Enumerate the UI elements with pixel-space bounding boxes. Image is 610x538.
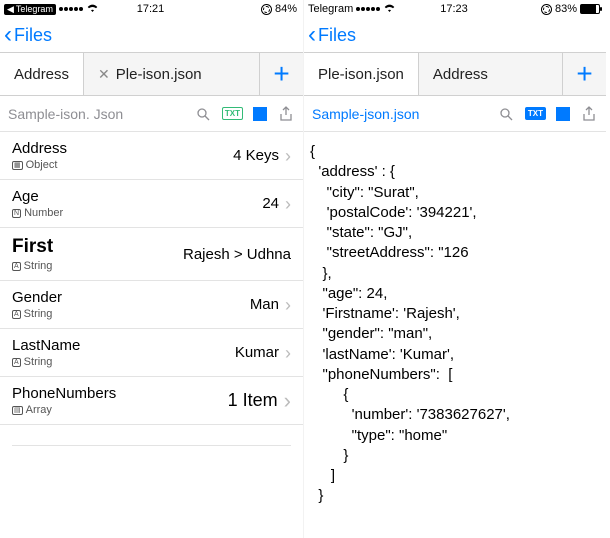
chevron-right-icon: › <box>285 344 291 362</box>
battery-icon <box>580 4 600 14</box>
tab-bar: Ple-ison.json Address + <box>304 52 606 96</box>
back-to-app[interactable]: ◀ Telegram <box>4 4 56 15</box>
tab-address[interactable]: Address <box>418 53 502 95</box>
back-label: Files <box>14 25 52 46</box>
add-tab-button[interactable]: + <box>562 53 606 95</box>
close-icon[interactable]: ✕ <box>98 66 110 83</box>
chevron-right-icon: › <box>285 296 291 314</box>
row-phonenumbers[interactable]: PhoneNumbers▤Array 1 Item› <box>0 377 303 425</box>
battery-percent: 84% <box>275 3 297 15</box>
row-firstname[interactable]: FirstAString Rajesh > Udhna <box>0 228 303 281</box>
text-mode-icon[interactable]: TXT <box>525 107 546 120</box>
row-lastname[interactable]: LastNameAString Kumar› <box>0 329 303 377</box>
search-icon[interactable] <box>194 105 212 123</box>
property-list: Address▦Object 4 Keys› AgeNNumber 24› Fi… <box>0 132 303 425</box>
search-icon[interactable] <box>497 105 515 123</box>
status-bar: Telegram 17:23 83% <box>304 0 606 18</box>
carrier: Telegram <box>308 3 353 15</box>
status-bar: ◀ Telegram 17:21 84% <box>0 0 303 18</box>
pane-raw-json: Telegram 17:23 83% ‹ Files Ple-ison.json… <box>303 0 606 538</box>
toolbar: Sample-ison. Json TXT <box>0 96 303 132</box>
tab-address[interactable]: Address <box>0 53 83 95</box>
signal-icon <box>59 7 83 11</box>
pane-structured: ◀ Telegram 17:21 84% ‹ Files Address ✕ <box>0 0 303 538</box>
back-label: Files <box>318 25 356 46</box>
toolbar: Sample-json.json TXT <box>304 96 606 132</box>
row-age[interactable]: AgeNNumber 24› <box>0 180 303 228</box>
row-address[interactable]: Address▦Object 4 Keys› <box>0 132 303 180</box>
loading-icon <box>541 4 552 15</box>
back-button[interactable]: ‹ Files <box>308 23 356 47</box>
share-icon[interactable] <box>580 105 598 123</box>
status-time: 17:21 <box>137 3 165 15</box>
signal-icon <box>356 7 380 11</box>
add-tab-button[interactable]: + <box>259 53 303 95</box>
tab-json-file[interactable]: Ple-ison.json <box>304 53 418 95</box>
chevron-right-icon: › <box>284 390 291 412</box>
back-button[interactable]: ‹ Files <box>4 23 52 47</box>
loading-icon <box>261 4 272 15</box>
nav-bar: ‹ Files <box>304 18 606 52</box>
file-name: Sample-ison. Json <box>8 106 184 122</box>
chevron-right-icon: › <box>285 195 291 213</box>
tab-bar: Address ✕ Ple-ison.json + <box>0 52 303 96</box>
chevron-left-icon: ‹ <box>4 23 12 47</box>
wifi-icon <box>86 3 99 16</box>
array-icon: ▤ <box>12 406 23 415</box>
status-time: 17:23 <box>440 3 468 15</box>
string-icon: A <box>12 310 21 319</box>
view-mode-icon[interactable] <box>556 107 570 121</box>
chevron-left-icon: ‹ <box>308 23 316 47</box>
chevron-right-icon: › <box>285 147 291 165</box>
divider <box>12 445 291 446</box>
number-icon: N <box>12 209 21 218</box>
wifi-icon <box>383 3 396 16</box>
string-icon: A <box>12 358 21 367</box>
nav-bar: ‹ Files <box>0 18 303 52</box>
json-source[interactable]: { 'address' : { "city": "Surat", 'postal… <box>304 132 606 517</box>
view-mode-icon[interactable] <box>253 107 267 121</box>
battery-percent: 83% <box>555 3 577 15</box>
share-icon[interactable] <box>277 105 295 123</box>
tab-json-file[interactable]: ✕ Ple-ison.json <box>83 53 216 95</box>
object-icon: ▦ <box>12 161 23 170</box>
file-name: Sample-json.json <box>312 106 487 122</box>
text-mode-icon[interactable]: TXT <box>222 107 243 120</box>
string-icon: A <box>12 262 21 271</box>
row-gender[interactable]: GenderAString Man› <box>0 281 303 329</box>
